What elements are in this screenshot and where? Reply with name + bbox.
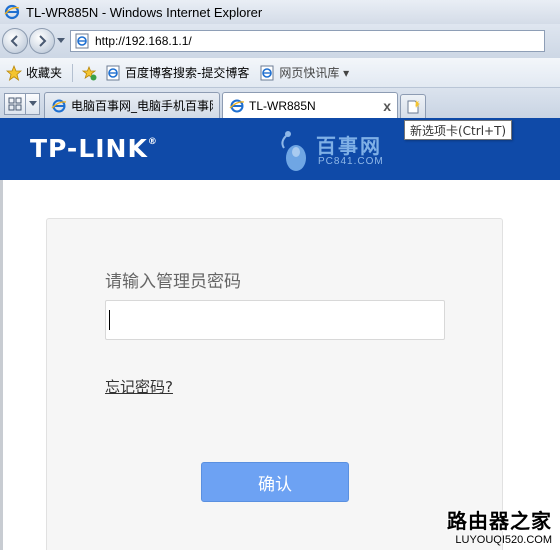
back-button[interactable] xyxy=(2,28,28,54)
add-to-favorites-icon xyxy=(81,65,97,80)
address-bar[interactable]: http://192.168.1.1/ xyxy=(70,30,545,52)
chevron-down-icon xyxy=(28,101,37,106)
confirm-button[interactable]: 确认 xyxy=(201,462,349,502)
tab-bar: 电脑百事网_电脑手机百事网 TL-WR885N x xyxy=(0,88,560,118)
registered-mark: ® xyxy=(147,137,158,147)
tab-tl-wr885n[interactable]: TL-WR885N x xyxy=(222,92,398,118)
tab-list-dropdown[interactable] xyxy=(26,93,40,115)
watermark-subtitle: PC841.COM xyxy=(318,156,384,167)
forgot-password-link[interactable]: 忘记密码? xyxy=(105,376,173,397)
tp-link-logo: TP-LINK® xyxy=(30,134,158,163)
window-title: TL-WR885N - Windows Internet Explorer xyxy=(26,4,263,20)
back-arrow-icon xyxy=(10,35,18,47)
navigation-bar: http://192.168.1.1/ xyxy=(0,24,560,58)
mouse-logo-icon xyxy=(281,131,306,171)
tab-pc841[interactable]: 电脑百事网_电脑手机百事网 xyxy=(44,92,220,118)
brand-text: TP-LINK xyxy=(30,134,148,163)
fav-link-label: 百度博客搜索-提交博客 xyxy=(125,66,250,80)
watermark-title: 百事网 xyxy=(316,134,382,158)
fav-link-label: 网页快讯库 ▾ xyxy=(279,66,350,80)
new-tab-icon xyxy=(407,99,420,113)
login-panel: 请输入管理员密码 忘记密码? 确认 xyxy=(46,218,503,550)
internet-explorer-icon xyxy=(4,4,20,20)
text-caret xyxy=(109,310,110,330)
window-titlebar: TL-WR885N - Windows Internet Explorer xyxy=(0,0,560,24)
forward-button[interactable] xyxy=(29,28,55,54)
divider xyxy=(72,63,74,82)
history-dropdown[interactable] xyxy=(56,28,66,54)
pc841-watermark: 百事网 PC841.COM xyxy=(274,128,404,176)
add-favorite-button[interactable] xyxy=(81,65,101,81)
tab-label: TL-WR885N xyxy=(249,98,316,113)
site-watermark-en: LUYOUQI520.COM xyxy=(455,534,552,546)
close-tab-icon[interactable]: x xyxy=(383,98,391,114)
fav-link-baidu-blog[interactable]: 百度博客搜索-提交博客 xyxy=(105,64,249,81)
ie-page-icon xyxy=(229,99,245,112)
password-label: 请输入管理员密码 xyxy=(105,272,241,292)
forward-arrow-icon xyxy=(39,35,47,47)
favorites-label: 收藏夹 xyxy=(26,66,63,80)
page-icon xyxy=(260,65,274,80)
site-watermark: 路由器之家 LUYOUQI520.COM xyxy=(447,505,552,546)
new-tab-button[interactable] xyxy=(400,94,426,118)
grid-icon xyxy=(8,97,22,111)
page-icon xyxy=(106,65,120,80)
chevron-down-icon xyxy=(57,38,65,43)
site-watermark-cn: 路由器之家 xyxy=(447,509,552,533)
tab-label: 电脑百事网_电脑手机百事网 xyxy=(71,99,213,113)
fav-link-web-slice[interactable]: 网页快讯库 ▾ xyxy=(259,64,349,81)
favorites-button[interactable]: 收藏夹 xyxy=(6,64,62,81)
quick-tabs-button[interactable] xyxy=(4,93,26,115)
password-input[interactable] xyxy=(105,300,445,340)
favorites-bar: 收藏夹 百度博客搜索-提交博客 网页快讯库 ▾ xyxy=(0,58,560,88)
page-left-border xyxy=(0,180,3,550)
page-icon xyxy=(75,33,89,49)
star-icon xyxy=(6,64,22,81)
ie-page-icon xyxy=(51,99,67,112)
new-tab-tooltip: 新选项卡(Ctrl+T) xyxy=(404,120,513,140)
address-url: http://192.168.1.1/ xyxy=(95,34,192,48)
